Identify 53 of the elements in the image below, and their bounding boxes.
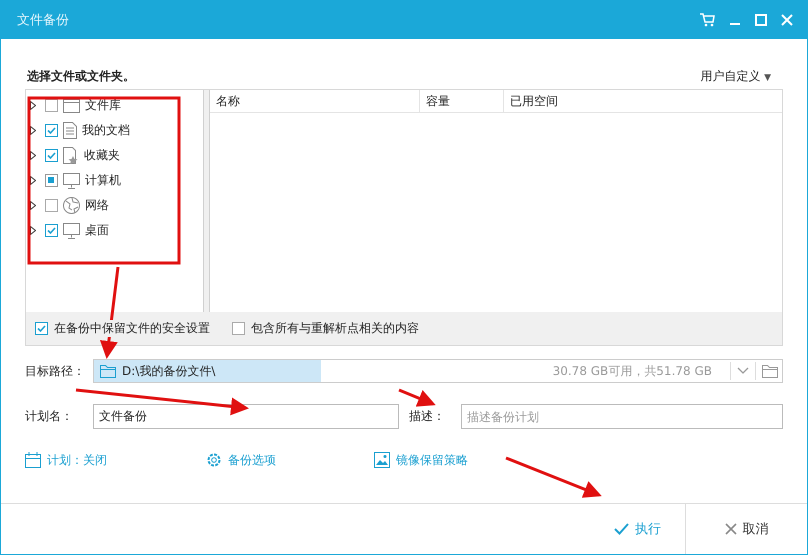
tree-item[interactable]: 网络 — [85, 197, 109, 214]
option-label: 包含所有与重解析点相关的内容 — [251, 320, 419, 337]
globe-icon — [63, 197, 80, 214]
plan-name-field[interactable]: 文件备份 — [93, 404, 399, 429]
tree-item[interactable]: 我的文档 — [82, 122, 130, 139]
cart-icon[interactable] — [699, 13, 715, 27]
monitor-icon — [63, 172, 80, 188]
check-icon — [614, 523, 629, 535]
checkbox[interactable] — [45, 99, 58, 112]
expand-icon[interactable] — [30, 176, 36, 185]
chevron-down-icon[interactable] — [737, 367, 749, 375]
target-path-field[interactable]: D:\我的备份文件\ 30.78 GB可用，共51.78 GB — [93, 359, 783, 383]
folder-icon[interactable] — [762, 364, 778, 378]
library-icon — [63, 98, 80, 112]
close-icon[interactable] — [781, 14, 793, 26]
field-label: 描述： — [409, 408, 446, 425]
close-icon — [724, 523, 736, 535]
tree-item[interactable]: 桌面 — [85, 222, 109, 239]
column-header[interactable]: 名称 — [210, 90, 420, 112]
expand-icon[interactable] — [30, 101, 36, 110]
path-value: D:\我的备份文件\ — [122, 362, 216, 380]
tree-item[interactable]: 计算机 — [85, 172, 121, 189]
expand-icon[interactable] — [30, 201, 36, 210]
window-title: 文件备份 — [17, 12, 69, 29]
monitor-icon — [63, 222, 80, 238]
document-icon — [63, 122, 77, 139]
tree-item[interactable]: 收藏夹 — [84, 147, 120, 164]
column-header[interactable]: 已用空间 — [504, 90, 782, 112]
checkbox[interactable] — [45, 224, 58, 237]
checkbox[interactable] — [45, 174, 58, 187]
checkbox[interactable] — [45, 124, 58, 137]
expand-icon[interactable] — [30, 226, 36, 235]
expand-icon[interactable] — [30, 151, 36, 160]
checkbox[interactable] — [45, 199, 58, 212]
maximize-icon[interactable] — [755, 14, 767, 26]
annotation-arrow — [398, 388, 436, 407]
image-icon — [374, 452, 390, 468]
settings-icon — [206, 452, 222, 468]
view-dropdown[interactable]: 用户自定义 ▼ — [700, 68, 771, 85]
checkbox[interactable] — [45, 149, 58, 162]
space-text: 30.78 GB可用，共51.78 GB — [552, 362, 712, 380]
folder-icon — [100, 364, 116, 378]
column-header[interactable]: 容量 — [420, 90, 504, 112]
checkbox[interactable] — [232, 322, 245, 335]
expand-icon[interactable] — [30, 126, 36, 135]
tree-item[interactable]: 文件库 — [85, 97, 121, 114]
option-label: 在备份中保留文件的安全设置 — [54, 320, 210, 337]
field-label: 目标路径： — [25, 362, 86, 380]
section-label: 选择文件或文件夹。 — [27, 68, 135, 85]
field-label: 计划名： — [25, 408, 74, 425]
description-field[interactable]: 描述备份计划 — [461, 404, 783, 429]
calendar-icon — [25, 452, 41, 468]
checkbox[interactable] — [35, 322, 48, 335]
